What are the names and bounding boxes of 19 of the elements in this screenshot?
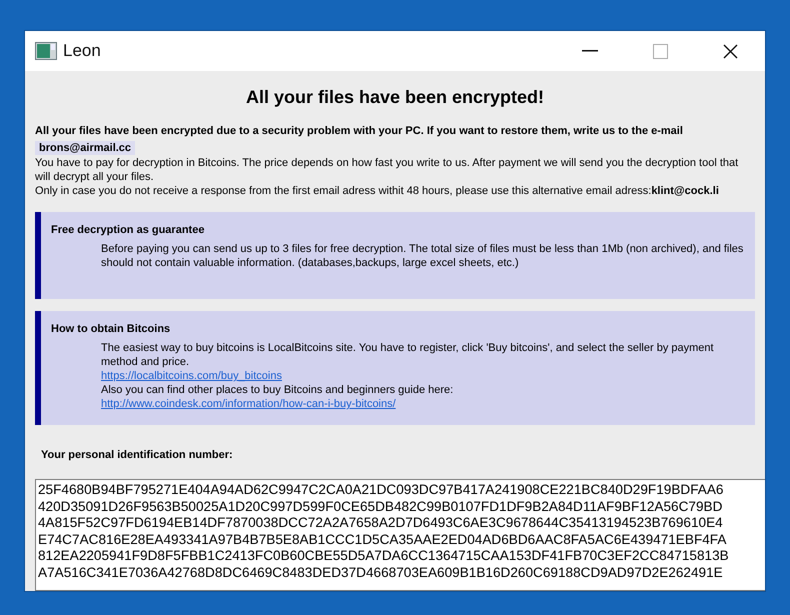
maximize-icon	[652, 44, 668, 58]
window-title: Leon	[63, 41, 102, 61]
message-text: Only in case you do not receive a response from the first email adress withit 48 hours, please use this alternative email adress:klint@cock.li	[35, 184, 720, 198]
heading: All your files have been encrypted!	[244, 87, 546, 108]
panel-title: How to obtain Bitcoins	[51, 323, 172, 335]
minimize-icon	[582, 50, 598, 52]
close-icon	[722, 44, 738, 58]
section-text: Before paying you can send us up to 3 files for free decryption. The total size of files must be less than 1Mb (non archived), and files should not contain valuable information. (databases,backups, large excel sheets, etc.)	[100, 242, 744, 270]
id-label: Your personal identification number:	[41, 449, 234, 461]
section-text: Also you can find other places to buy Bitcoins and beginners guide here:	[100, 383, 454, 397]
link[interactable]: https://localbitcoins.com/buy_bitcoins	[51, 369, 745, 383]
message-text: You have to pay for decryption in Bitcoins. The price depends on how fast you write to us. After payment we will send you the decryption tool that will decrypt all your files.	[35, 156, 740, 184]
section-text: The easiest way to buy bitcoins is LocalBitcoins site. You have to register, click 'Buy bitcoins', and select the seller by payment method and price.	[100, 341, 715, 369]
panel-title: Free decryption as guarantee	[51, 224, 206, 236]
intro-text: All your files have been encrypted due to a security problem with your PC. If you want to restore them, write us to the e-mail	[35, 124, 684, 138]
app-icon	[35, 42, 57, 60]
email-address: brons@airmail.cc	[35, 141, 136, 155]
id-text-box[interactable]: 25F4680B94BF795271E404A94AD62C9947C2CA0A21DC093DC97B417A241908CE221BC840D29F19BDFAA6 420D35091D26F9563B50025A1D20C997D599F0CE65DB482C99B0107FD1DF9B2A84D11AF9BF12A56C79BD 4A815F52C97FD6194EB14DF7870038DCC72A2A7658A2D7D6493C6AE3C9678644C35413194523B769610E4 E74C7AC816E28EA493341A97B4B7B5E8AB1CCC1D5CA35AAE2ED04AD6BD6AAC8FA5AC6E439471EBF4FA 812EA2205941F9D8F5FBB1C2413FC0B60CBE55D5A7DA6CC1364715CAA153DF41FB70C3EF2CC84715813B A7A516C341E7036A42768D8DC6469C8483DED37D4668703EA609B1B16D260C69188CD9AD97D2E262491E	[35, 479, 765, 591]
link[interactable]: http://www.coindesk.com/information/how-can-i-buy-bitcoins/	[51, 397, 745, 411]
